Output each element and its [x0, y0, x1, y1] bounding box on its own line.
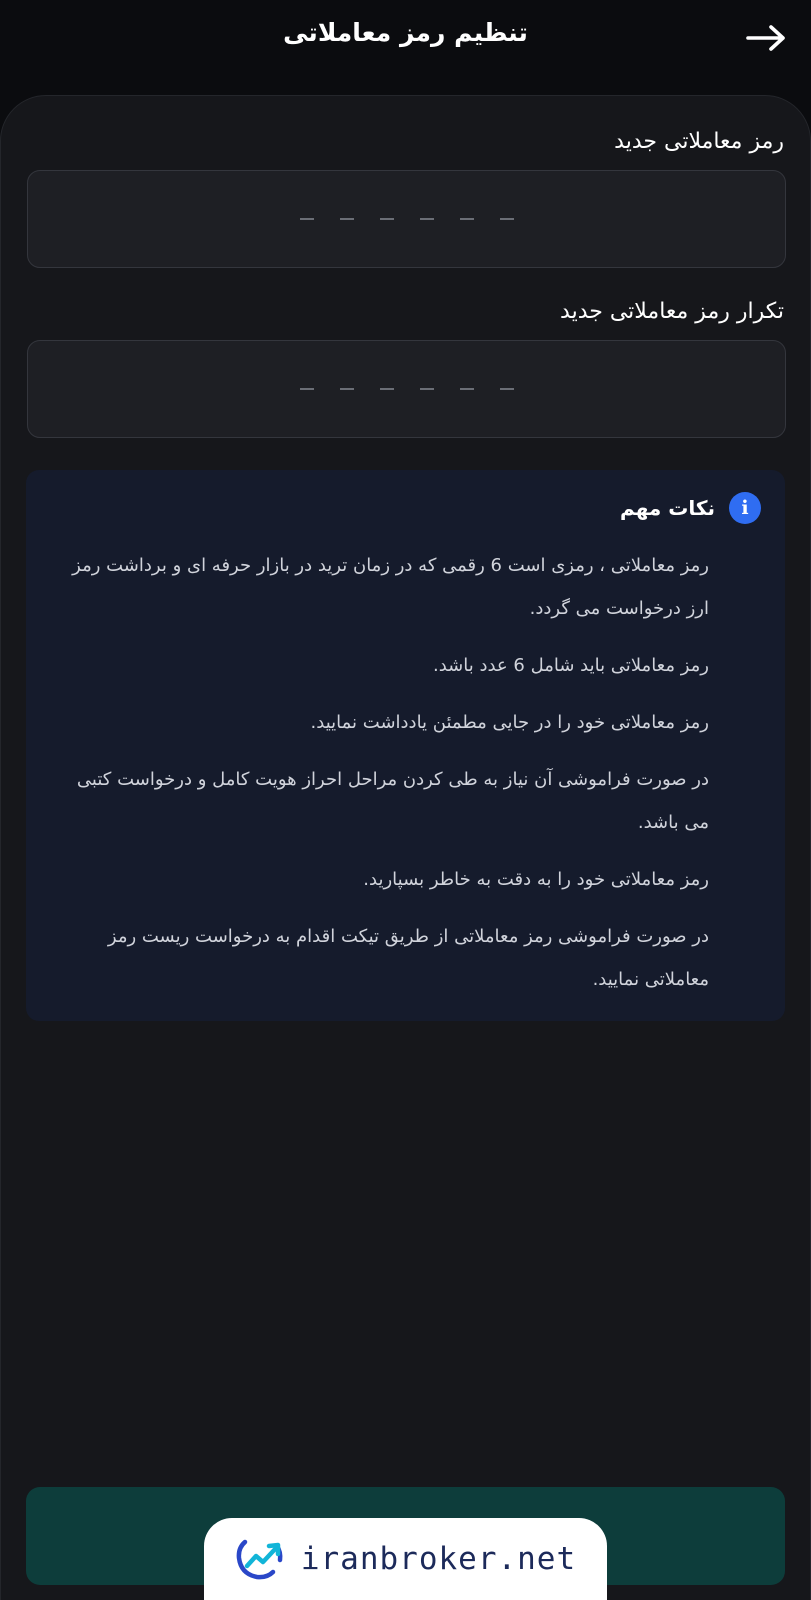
note-item: در صورت فراموشی رمز معاملاتی از طریق تیک… [107, 926, 709, 990]
pin-slot [419, 388, 434, 390]
watermark-text: iranbroker.net [300, 1541, 577, 1577]
new-pin-input[interactable] [27, 170, 786, 268]
pin-slot [459, 388, 474, 390]
note-item: رمز معاملاتی باید شامل 6 عدد باشد. [432, 655, 709, 676]
pin-slot [419, 218, 434, 220]
pin-slot [499, 218, 514, 220]
pin-slot [339, 218, 354, 220]
notes-title: نکات مهم [620, 496, 715, 520]
notes-header: i نکات مهم [620, 492, 761, 524]
pin-slot [299, 218, 314, 220]
header: تنظیم رمز معاملاتی [0, 0, 811, 90]
page-title: تنظیم رمز معاملاتی [283, 18, 528, 47]
note-item: رمز معاملاتی ، رمزی است 6 رقمی که در زما… [72, 555, 709, 619]
arrow-right-icon [746, 25, 785, 51]
confirm-pin-label: تکرار رمز معاملاتی جدید [560, 299, 784, 324]
pin-slot [299, 388, 314, 390]
new-pin-label: رمز معاملاتی جدید [614, 129, 784, 154]
confirm-pin-input[interactable] [27, 340, 786, 438]
pin-slot [499, 388, 514, 390]
notes-list: رمز معاملاتی ، رمزی است 6 رقمی که در زما… [49, 544, 709, 1015]
pin-slots [299, 388, 514, 390]
pin-slot [339, 388, 354, 390]
pin-slot [379, 388, 394, 390]
screen: تنظیم رمز معاملاتی رمز معاملاتی جدید تکر… [0, 0, 811, 1600]
note-item: رمز معاملاتی خود را به دقت به خاطر بسپار… [363, 869, 709, 890]
note-item: رمز معاملاتی خود را در جایی مطمئن یادداش… [310, 712, 709, 733]
watermark: iranbroker.net [204, 1518, 607, 1600]
iranbroker-logo-icon [236, 1539, 283, 1580]
info-icon: i [729, 492, 761, 524]
important-notes-box: i نکات مهم رمز معاملاتی ، رمزی است 6 رقم… [26, 470, 785, 1021]
back-button[interactable] [743, 18, 789, 58]
pin-slots [299, 218, 514, 220]
pin-slot [459, 218, 474, 220]
note-item: در صورت فراموشی آن نیاز به طی کردن مراحل… [76, 769, 709, 833]
pin-slot [379, 218, 394, 220]
